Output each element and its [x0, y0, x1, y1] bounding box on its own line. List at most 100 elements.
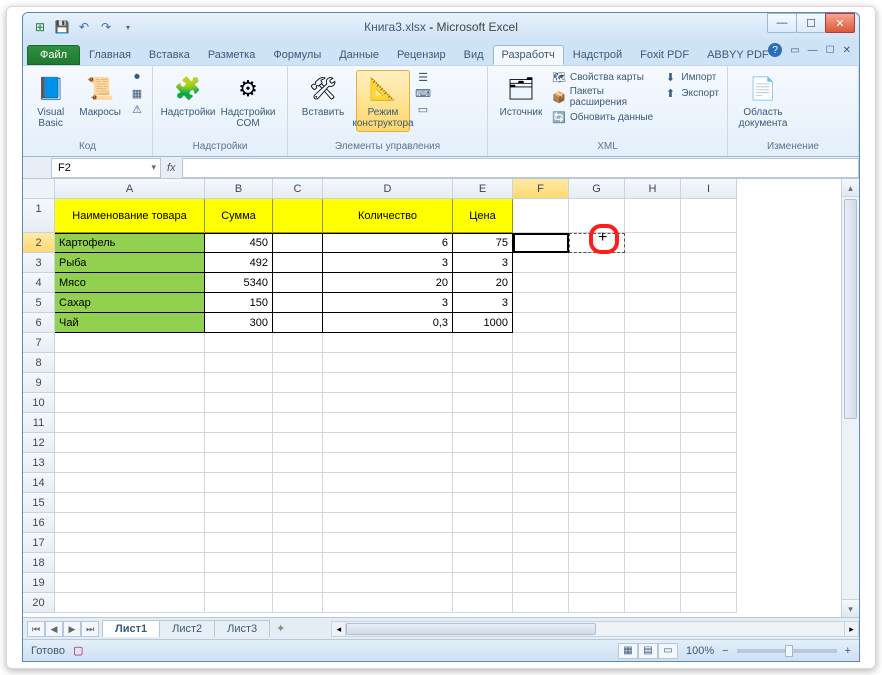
cell[interactable] — [681, 473, 737, 493]
column-header[interactable]: G — [569, 179, 625, 199]
cell[interactable] — [453, 333, 513, 353]
cell[interactable] — [513, 353, 569, 373]
cell[interactable]: 3 — [323, 253, 453, 273]
row-header[interactable]: 3 — [23, 253, 55, 273]
row-header[interactable]: 15 — [23, 493, 55, 513]
cell[interactable] — [273, 473, 323, 493]
cell[interactable] — [55, 393, 205, 413]
cell[interactable] — [323, 413, 453, 433]
cell[interactable] — [681, 413, 737, 433]
cell[interactable] — [55, 513, 205, 533]
scroll-down-icon[interactable]: ▾ — [842, 599, 859, 617]
cell[interactable] — [569, 473, 625, 493]
cell[interactable] — [55, 533, 205, 553]
view-code-button[interactable]: ⌨ — [416, 86, 430, 100]
cell[interactable] — [323, 333, 453, 353]
export-button[interactable]: ⬆Экспорт — [663, 86, 719, 100]
cell[interactable] — [513, 513, 569, 533]
cell[interactable] — [569, 273, 625, 293]
cell[interactable] — [323, 593, 453, 613]
row-header[interactable]: 6 — [23, 313, 55, 333]
column-header[interactable]: F — [513, 179, 569, 199]
com-addins-button[interactable]: ⚙ Надстройки COM — [221, 70, 275, 132]
cell[interactable]: Количество — [323, 199, 453, 233]
cell[interactable]: 20 — [323, 273, 453, 293]
cell[interactable]: 450 — [205, 233, 273, 253]
visual-basic-button[interactable]: 📘 Visual Basic — [31, 70, 70, 132]
ribbon-tab[interactable]: Данные — [330, 45, 388, 65]
doc-close-icon[interactable]: ✕ — [843, 45, 851, 56]
cell[interactable] — [513, 413, 569, 433]
addins-button[interactable]: 🧩 Надстройки — [161, 70, 215, 121]
cell[interactable]: 75 — [453, 233, 513, 253]
ribbon-tab[interactable]: Главная — [80, 45, 140, 65]
column-header[interactable]: C — [273, 179, 323, 199]
fx-icon[interactable]: fx — [167, 162, 176, 174]
cell[interactable] — [323, 493, 453, 513]
row-header[interactable]: 17 — [23, 533, 55, 553]
cell[interactable]: Рыба — [55, 253, 205, 273]
row-header[interactable]: 20 — [23, 593, 55, 613]
cell[interactable] — [681, 233, 737, 253]
cell[interactable] — [453, 413, 513, 433]
cell[interactable]: 3 — [453, 293, 513, 313]
doc-minimize-icon[interactable]: — — [808, 45, 818, 56]
cell[interactable]: Картофель — [55, 233, 205, 253]
cell[interactable] — [323, 373, 453, 393]
cell[interactable] — [273, 413, 323, 433]
cell[interactable] — [55, 593, 205, 613]
last-sheet-icon[interactable]: ⏭ — [81, 621, 99, 637]
cell[interactable]: 0,3 — [323, 313, 453, 333]
cell[interactable] — [453, 573, 513, 593]
cell[interactable]: 6 — [323, 233, 453, 253]
row-header[interactable]: 5 — [23, 293, 55, 313]
cell[interactable] — [569, 199, 625, 233]
cell[interactable] — [323, 353, 453, 373]
name-box[interactable]: F2 — [51, 158, 161, 178]
cell[interactable] — [55, 473, 205, 493]
doc-restore-icon[interactable]: ☐ — [826, 45, 835, 56]
column-header[interactable]: H — [625, 179, 681, 199]
cell[interactable] — [625, 373, 681, 393]
row-header[interactable]: 7 — [23, 333, 55, 353]
cell[interactable] — [513, 453, 569, 473]
row-header[interactable]: 8 — [23, 353, 55, 373]
cell[interactable] — [205, 373, 273, 393]
cell[interactable] — [273, 433, 323, 453]
ribbon-tab[interactable]: Вид — [455, 45, 493, 65]
cell[interactable] — [453, 433, 513, 453]
cell[interactable] — [273, 313, 323, 333]
cell[interactable] — [323, 393, 453, 413]
cell[interactable] — [273, 493, 323, 513]
cell[interactable] — [205, 433, 273, 453]
cell[interactable] — [323, 553, 453, 573]
row-header[interactable]: 10 — [23, 393, 55, 413]
cell[interactable] — [625, 553, 681, 573]
cell[interactable] — [273, 333, 323, 353]
cell[interactable] — [55, 373, 205, 393]
cell[interactable] — [453, 513, 513, 533]
cell[interactable] — [625, 593, 681, 613]
cell[interactable] — [273, 273, 323, 293]
select-all-button[interactable] — [23, 179, 55, 199]
cell[interactable] — [273, 199, 323, 233]
cell[interactable]: 20 — [453, 273, 513, 293]
horizontal-scrollbar[interactable]: ◂ ▸ — [331, 621, 859, 637]
import-button[interactable]: ⬇Импорт — [663, 70, 719, 84]
cell-grid[interactable]: Наименование товараСуммаКоличествоЦенаКа… — [55, 199, 841, 617]
row-header[interactable]: 18 — [23, 553, 55, 573]
cell[interactable] — [273, 353, 323, 373]
ribbon-tab[interactable]: Надстрой — [564, 45, 631, 65]
ribbon-tab[interactable]: ABBYY PDF — [698, 45, 778, 65]
formula-input[interactable] — [182, 158, 859, 178]
cell[interactable] — [453, 353, 513, 373]
cell[interactable] — [205, 493, 273, 513]
close-button[interactable]: ✕ — [825, 13, 855, 33]
map-properties-button[interactable]: 🗺Свойства карты — [552, 70, 657, 84]
cell[interactable] — [273, 453, 323, 473]
cell[interactable] — [453, 393, 513, 413]
cell[interactable] — [681, 553, 737, 573]
hscroll-thumb[interactable] — [346, 623, 596, 635]
sheet-tab[interactable]: Лист1 — [102, 620, 160, 637]
cell[interactable] — [205, 353, 273, 373]
